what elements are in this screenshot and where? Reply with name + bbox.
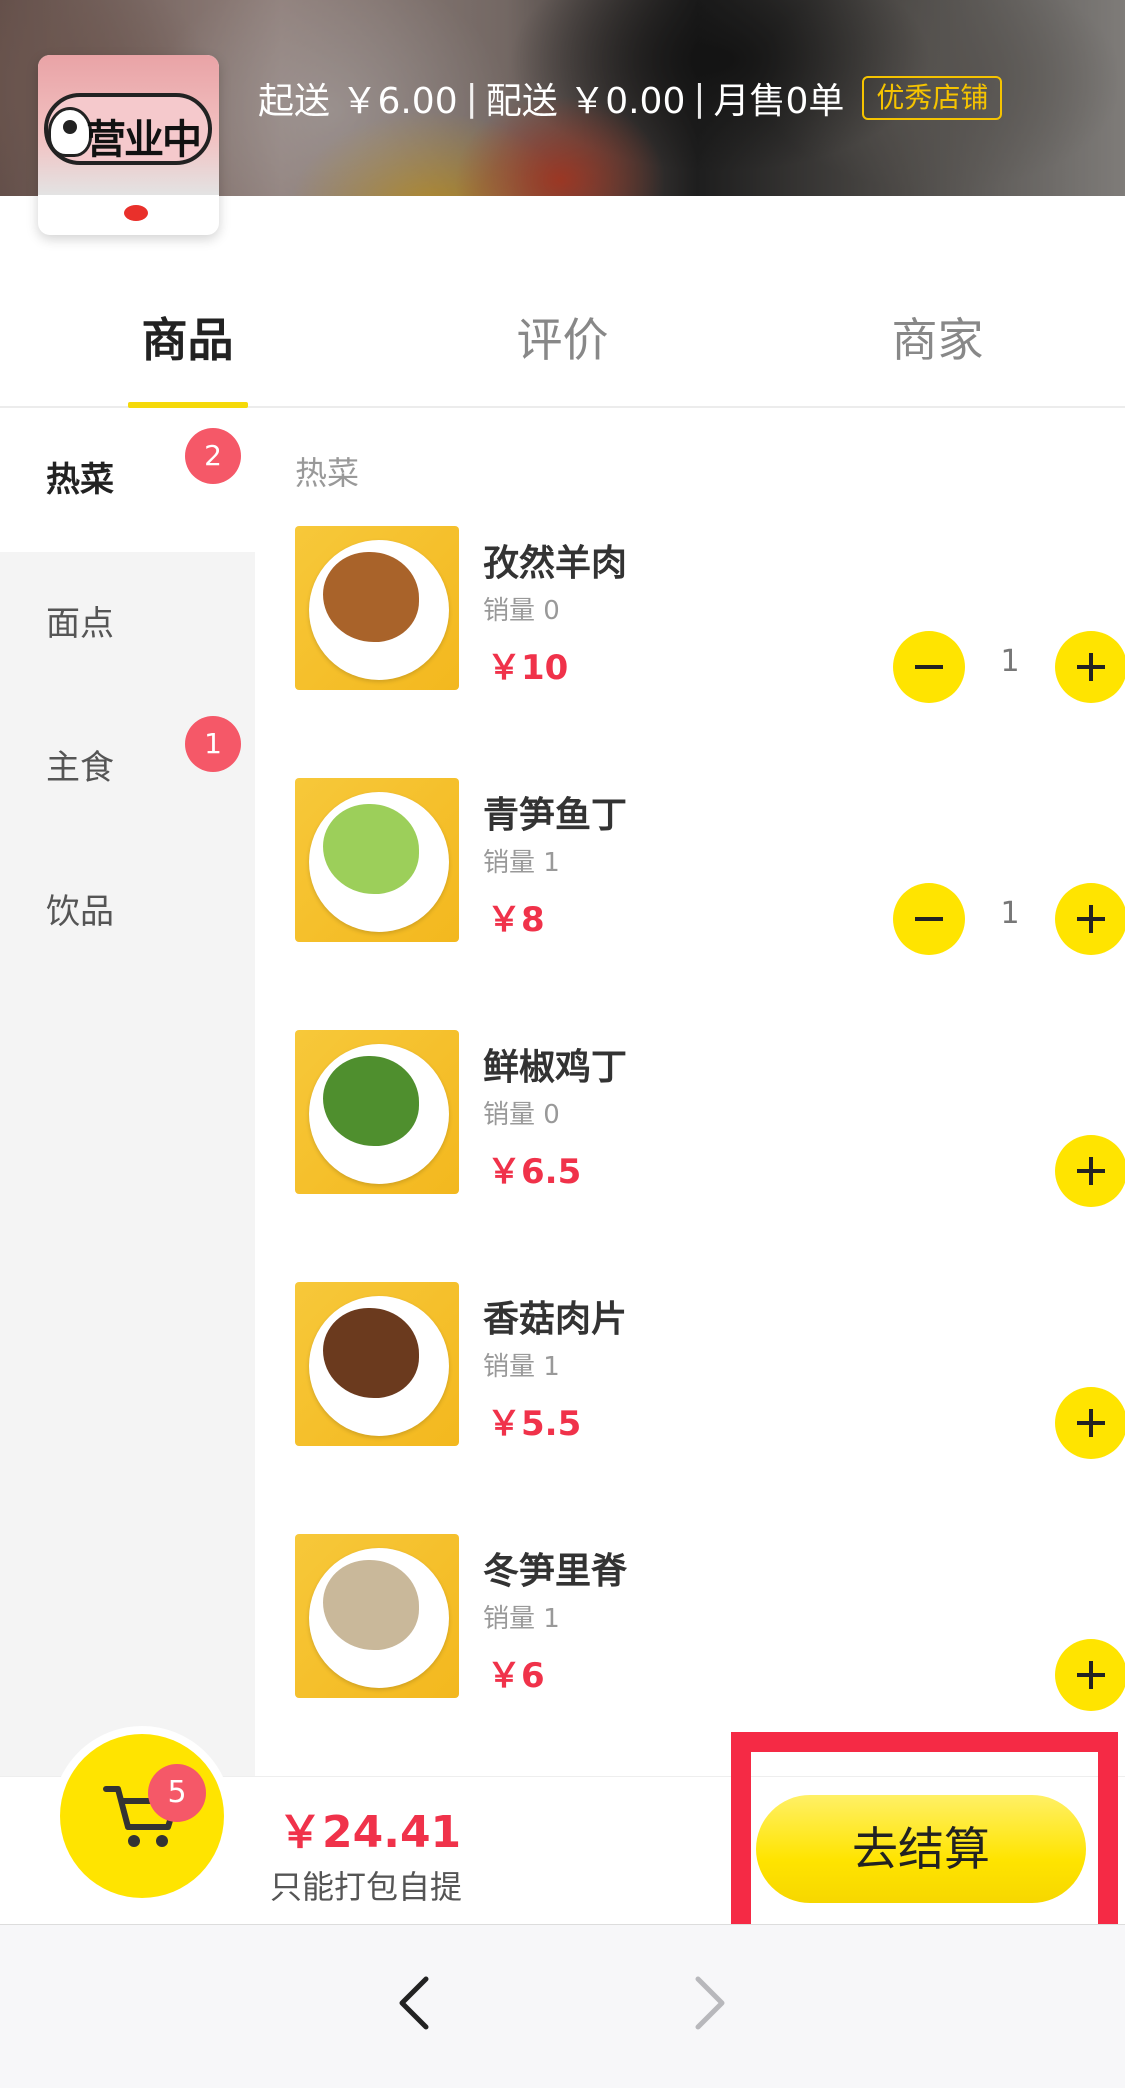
cart-total: ￥24.41 (278, 1807, 462, 1858)
cart-count-badge: 5 (148, 1764, 206, 1822)
dish-image (323, 552, 419, 642)
food-sales: 销量 0 (483, 596, 560, 626)
category-label: 主食 (46, 748, 114, 788)
category-count-badge: 2 (185, 428, 241, 484)
food-item[interactable]: 鲜椒鸡丁 销量 0 ￥6.5 (295, 1030, 1125, 1207)
food-price: ￥8 (487, 900, 545, 940)
tab-reviews[interactable]: 评价 (375, 280, 750, 406)
excellent-shop-badge: 优秀店铺 (862, 76, 1003, 120)
food-price: ￥6.5 (487, 1152, 582, 1192)
divider: | (465, 77, 478, 119)
food-name: 冬笋里脊 (483, 1551, 628, 1592)
food-image[interactable] (295, 1534, 459, 1698)
food-item[interactable]: 香菇肉片 销量 1 ￥5.5 (295, 1282, 1125, 1459)
decrease-button[interactable] (893, 631, 965, 703)
decrease-button[interactable] (893, 883, 965, 955)
logo-text: 营业中 (86, 116, 202, 163)
tab-merchant[interactable]: 商家 (750, 280, 1125, 406)
logo-tag-icon (124, 205, 148, 221)
min-order: 起送 ￥6.00 (258, 81, 458, 122)
food-name: 青笋鱼丁 (483, 795, 628, 836)
tab-goods[interactable]: 商品 (0, 280, 375, 406)
chevron-left-icon (399, 1976, 429, 2030)
minus-icon (915, 665, 943, 669)
increase-button[interactable] (1055, 883, 1125, 955)
checkout-button[interactable]: 去结算 (756, 1795, 1086, 1903)
cart-icon-bg (60, 1734, 224, 1898)
category-label: 饮品 (46, 892, 114, 932)
back-button[interactable] (374, 1963, 454, 2043)
category-sidebar: 热菜 2 面点 主食 1 饮品 (0, 408, 255, 1776)
food-item[interactable]: 青笋鱼丁 销量 1 ￥8 1 (295, 778, 1125, 955)
minus-icon (915, 917, 943, 921)
forward-button[interactable] (670, 1963, 750, 2043)
category-count-badge: 1 (185, 716, 241, 772)
increase-button[interactable] (1055, 1135, 1125, 1207)
food-price: ￥10 (487, 648, 569, 688)
section-title: 热菜 (295, 454, 360, 492)
plus-icon (1077, 653, 1105, 681)
food-image[interactable] (295, 1030, 459, 1194)
food-image[interactable] (295, 778, 459, 942)
increase-button[interactable] (1055, 1639, 1125, 1711)
category-label: 面点 (46, 604, 114, 644)
dish-image (323, 1308, 419, 1398)
food-price: ￥5.5 (487, 1404, 582, 1444)
chevron-right-icon (695, 1976, 725, 2030)
tab-bar: 商品 评价 商家 (0, 280, 1125, 408)
pickup-note: 只能打包自提 (270, 1868, 463, 1906)
browser-nav-bar (0, 1924, 1125, 2088)
food-name: 鲜椒鸡丁 (483, 1047, 628, 1088)
food-name: 孜然羊肉 (483, 543, 628, 584)
food-price: ￥6 (487, 1656, 545, 1696)
food-item[interactable]: 孜然羊肉 销量 0 ￥10 1 (295, 526, 1125, 703)
category-drinks[interactable]: 饮品 (0, 840, 255, 984)
delivery-fee: 配送 ￥0.00 (485, 81, 686, 122)
category-hot-dishes[interactable]: 热菜 2 (0, 408, 255, 552)
category-pastry[interactable]: 面点 (0, 552, 255, 696)
divider: | (693, 77, 706, 119)
shop-logo[interactable]: 营业中 (38, 55, 219, 235)
food-quantity: 1 (1000, 896, 1020, 931)
plus-icon (1077, 905, 1105, 933)
food-list: 热菜 孜然羊肉 销量 0 ￥10 1 青笋鱼丁 销量 1 ￥8 1 鲜椒鸡丁 销… (255, 408, 1125, 1776)
increase-button[interactable] (1055, 631, 1125, 703)
food-image[interactable] (295, 1282, 459, 1446)
shop-info-bar: 起送 ￥6.00 | 配送 ￥0.00 | 月售0单 优秀店铺 (258, 70, 1003, 126)
food-sales: 销量 1 (483, 848, 560, 878)
category-label: 热菜 (46, 460, 114, 500)
monthly-sales: 月售0单 (713, 81, 845, 122)
category-staple[interactable]: 主食 1 (0, 696, 255, 840)
increase-button[interactable] (1055, 1387, 1125, 1459)
plus-icon (1077, 1409, 1105, 1437)
dish-image (323, 804, 419, 894)
food-name: 香菇肉片 (483, 1299, 628, 1340)
food-sales: 销量 1 (483, 1352, 560, 1382)
food-sales: 销量 0 (483, 1100, 560, 1130)
plus-icon (1077, 1157, 1105, 1185)
food-item[interactable]: 冬笋里脊 销量 1 ￥6 (295, 1534, 1125, 1711)
food-quantity: 1 (1000, 644, 1020, 679)
dish-image (323, 1056, 419, 1146)
food-image[interactable] (295, 526, 459, 690)
cart-button[interactable]: 5 (52, 1726, 232, 1906)
food-sales: 销量 1 (483, 1604, 560, 1634)
plus-icon (1077, 1661, 1105, 1689)
dish-image (323, 1560, 419, 1650)
